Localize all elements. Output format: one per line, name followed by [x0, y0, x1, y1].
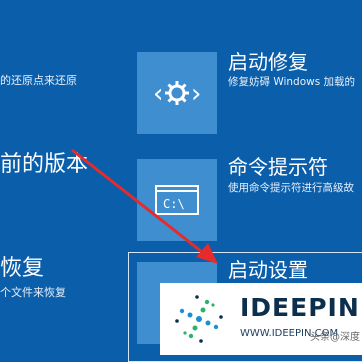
watermark-source-label: 头条@深度	[310, 332, 360, 343]
ideepin-logo-icon	[175, 295, 223, 343]
watermark-banner: IDEEPIN WWW.IDEEPIN.COM 头条@深度	[160, 283, 362, 355]
watermark-brand-text: IDEEPIN	[240, 293, 360, 322]
